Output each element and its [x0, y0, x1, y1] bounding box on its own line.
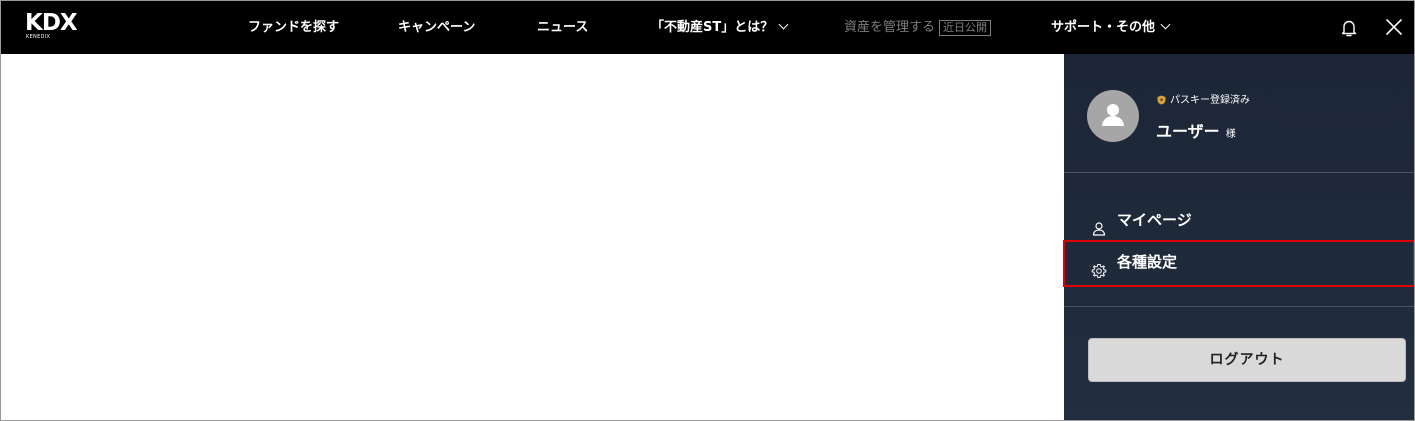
passkey-label: パスキー登録済み: [1170, 95, 1250, 106]
chevron-down-icon: [778, 19, 789, 30]
nav-support-other[interactable]: サポート・その他: [1051, 18, 1171, 38]
logout-button[interactable]: ログアウト: [1088, 338, 1406, 382]
shield-icon: [1157, 95, 1166, 110]
user-honorific: 様: [1225, 129, 1236, 140]
user-greeting: ユーザー様: [1156, 118, 1236, 142]
app-window: KDX KENEDIX ファンドを探す キャンペーン ニュース 「不動産ST」と…: [0, 0, 1415, 421]
coming-soon-badge: 近日公開: [939, 20, 992, 36]
nav-find-funds-label: ファンドを探す: [248, 20, 340, 35]
menu-item-settings[interactable]: 各種設定: [1064, 242, 1414, 282]
nav-campaign-label: キャンペーン: [398, 20, 476, 35]
menu-item-mypage[interactable]: マイページ: [1064, 200, 1414, 240]
nav-news-label: ニュース: [537, 20, 589, 35]
nav-about-st-label: 「不動産ST」とは？: [651, 20, 774, 35]
menu-item-settings-label: 各種設定: [1117, 253, 1178, 271]
user-avatar-icon: [1102, 104, 1124, 126]
nav-manage-assets: 資産を管理する 近日公開: [844, 18, 992, 38]
bell-icon[interactable]: [1339, 18, 1359, 38]
logo-subtext: KENEDIX: [26, 34, 51, 40]
avatar: [1087, 90, 1139, 142]
menu-item-mypage-label: マイページ: [1117, 211, 1192, 229]
nav-support-other-label: サポート・その他: [1051, 20, 1156, 35]
passkey-status: パスキー登録済み: [1157, 94, 1250, 110]
close-icon[interactable]: [1384, 17, 1404, 37]
kdx-logo[interactable]: KDX KENEDIX: [25, 11, 95, 41]
top-nav-bar: KDX KENEDIX ファンドを探す キャンペーン ニュース 「不動産ST」と…: [1, 1, 1414, 54]
nav-about-st[interactable]: 「不動産ST」とは？: [651, 18, 789, 38]
gear-icon: [1091, 254, 1107, 278]
nav-news[interactable]: ニュース: [537, 18, 588, 38]
person-icon: [1091, 212, 1107, 236]
nav-find-funds[interactable]: ファンドを探す: [248, 18, 339, 38]
user-name: ユーザー: [1156, 122, 1220, 141]
user-side-panel: パスキー登録済み ユーザー様 マイページ 各種設定 ログアウト: [1064, 54, 1414, 420]
logo-text: KDX: [25, 10, 78, 36]
panel-divider-top: [1064, 172, 1414, 173]
panel-divider-bottom: [1064, 306, 1414, 307]
nav-campaign[interactable]: キャンペーン: [398, 18, 475, 38]
chevron-down-icon: [1160, 19, 1171, 30]
nav-manage-assets-label: 資産を管理する: [844, 20, 936, 35]
